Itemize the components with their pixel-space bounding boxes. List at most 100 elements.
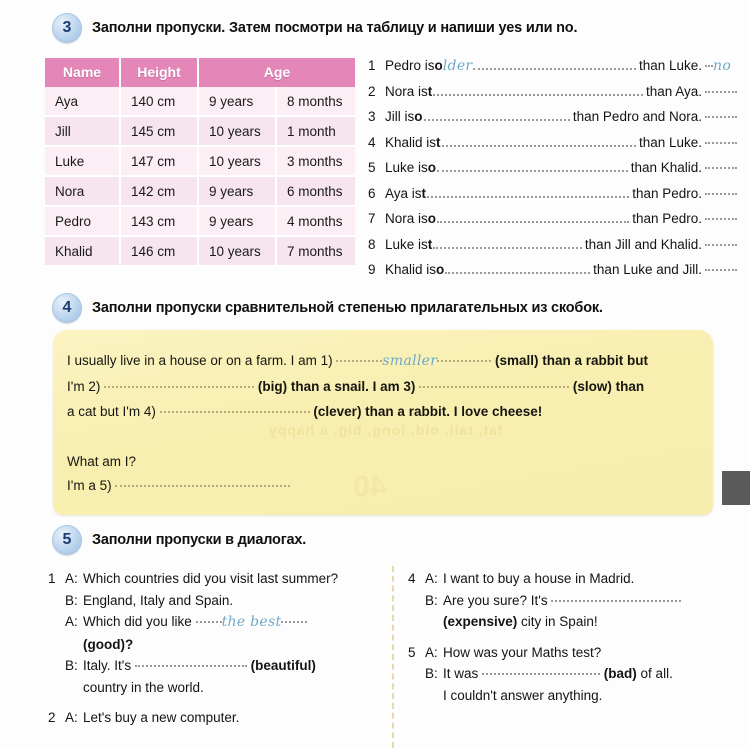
exercise-4-number: 4 (52, 293, 82, 323)
answer-blank[interactable] (482, 673, 601, 675)
answer-blank[interactable] (195, 621, 222, 623)
dialogue-item: 1 A: Which countries did you visit last … (48, 568, 378, 698)
cell-name: Luke (45, 146, 121, 177)
dialogue-number: 2 (48, 710, 56, 725)
cell-name: Nora (45, 176, 121, 207)
dialogue-spacer (408, 685, 425, 707)
dialogue-prompt-word: (beautiful) (250, 658, 316, 673)
dialogue-spacer (48, 655, 65, 677)
answer-blank[interactable] (433, 93, 643, 96)
dialogue-text: I couldn't answer anything. (443, 687, 603, 703)
answer-blank[interactable] (427, 195, 630, 198)
bleedthrough-text: fat, tall, old, long, big, a happy (268, 422, 503, 438)
answer-blank (705, 167, 737, 169)
yesno-answer-slot[interactable]: no (702, 58, 750, 74)
answer-blank[interactable] (336, 360, 383, 362)
dialogue-spacer (408, 611, 425, 633)
speaker-label: B: (65, 592, 78, 608)
answer-blank[interactable] (441, 144, 636, 147)
handwritten-yesno[interactable]: no (713, 58, 731, 74)
page-edge-marker (722, 471, 750, 505)
sentence-after: than Pedro. (632, 185, 702, 201)
answer-blank[interactable] (423, 119, 570, 121)
riddle-answer-line: I'm a 5) (67, 474, 697, 498)
cell-height: 147 cm (120, 146, 199, 177)
dialogue-text-before: Which did you like (83, 614, 192, 629)
sentence-before: Khalid is (385, 134, 437, 150)
answer-blank[interactable] (281, 621, 308, 623)
cell-years: 9 years (198, 206, 277, 237)
dialogue-line: (good)? (48, 634, 378, 656)
yesno-answer-slot[interactable] (702, 135, 750, 150)
kids-table: Name Height Age Aya 140 cm 9 years 8 mon… (45, 58, 356, 267)
kids-table-body: Aya 140 cm 9 years 8 months Jill 145 cm … (45, 87, 356, 267)
answer-blank[interactable] (437, 360, 492, 362)
sentence-hint-letter: t (427, 236, 433, 252)
dialogue-line: B: It was (bad) of all. (408, 663, 738, 685)
dialogue-spacer (65, 677, 83, 699)
cell-height: 143 cm (120, 206, 199, 237)
dialogue-line: 1 A: Which countries did you visit last … (48, 568, 378, 590)
exercise-5-header: 5 Заполни пропуски в диалогах. (52, 525, 306, 555)
sentence-before: Nora is (385, 211, 428, 226)
cell-months: 1 month (276, 116, 356, 147)
dialogue-text: country in the world. (83, 679, 204, 695)
table-row: Nora 142 cm 9 years 6 months (45, 176, 356, 207)
handwritten-answer[interactable]: the best (222, 614, 282, 630)
table-row: Khalid 146 cm 10 years 7 months (45, 236, 356, 267)
answer-blank[interactable] (115, 485, 291, 487)
riddle-line1-before: I usually live in a house or on a farm. … (67, 353, 333, 368)
answer-blank (705, 269, 737, 271)
sentence-item: 8 Luke is t than Jill and Khalid. (368, 237, 750, 263)
cell-months: 3 months (276, 146, 356, 177)
table-row: Aya 140 cm 9 years 8 months (45, 87, 356, 117)
dialogue-line: B: Italy. It's (beautiful) (48, 655, 378, 677)
dialogue-line: 4 A: I want to buy a house in Madrid. (408, 568, 738, 590)
dialogue-text-before: Italy. It's (83, 658, 132, 673)
cell-months: 8 months (276, 87, 356, 117)
cell-name: Aya (45, 87, 121, 117)
answer-blank[interactable] (445, 272, 591, 274)
handwritten-answer[interactable]: lder (443, 58, 473, 74)
handwritten-answer[interactable]: smaller (382, 353, 437, 369)
riddle-line2-mid: (big) than a snail. I am 3) (257, 379, 416, 394)
speaker-label: A: (425, 571, 438, 586)
dialogue-line: 2 A: Let's buy a new computer. (48, 707, 378, 729)
answer-blank[interactable] (419, 386, 570, 388)
dialogue-spacer (65, 634, 83, 656)
speaker-label: B: (425, 666, 438, 681)
dialogues-right-column: 4 A: I want to buy a house in Madrid. B:… (408, 568, 738, 715)
table-row: Jill 145 cm 10 years 1 month (45, 116, 356, 147)
dialogue-spacer (48, 677, 65, 699)
dialogue-line: (expensive) city in Spain! (408, 611, 738, 633)
cell-name: Jill (45, 116, 121, 147)
cell-years: 9 years (198, 87, 277, 117)
answer-blank[interactable] (104, 386, 255, 388)
cell-height: 142 cm (120, 176, 199, 207)
cell-height: 145 cm (120, 116, 199, 147)
sentence-before: Khalid is (385, 262, 437, 277)
yesno-answer-slot[interactable] (702, 237, 750, 252)
sentence-number: 9 (368, 262, 376, 277)
answer-blank (705, 141, 737, 144)
exercise-5-number: 5 (52, 525, 82, 555)
yesno-answer-slot[interactable] (702, 160, 750, 175)
answer-blank[interactable] (437, 221, 630, 223)
dialogue-text: Which did you like the best (83, 611, 378, 634)
yesno-answer-slot[interactable] (702, 186, 750, 201)
yesno-answer-slot[interactable] (702, 109, 750, 124)
answer-blank[interactable] (134, 665, 247, 667)
table-row: Pedro 143 cm 9 years 4 months (45, 206, 356, 237)
answer-blank[interactable] (473, 68, 636, 70)
answer-blank[interactable] (437, 170, 628, 172)
speaker-label: A: (65, 614, 78, 629)
sentence-item: 4 Khalid is t than Luke. (368, 135, 750, 161)
riddle-answer-label: I'm a 5) (67, 478, 112, 493)
yesno-answer-slot[interactable] (702, 262, 750, 277)
answer-blank[interactable] (551, 599, 682, 602)
answer-blank[interactable] (433, 246, 582, 249)
yesno-answer-slot[interactable] (702, 84, 750, 99)
answer-blank[interactable] (159, 411, 310, 413)
cell-months: 6 months (276, 176, 356, 207)
yesno-answer-slot[interactable] (702, 211, 750, 226)
